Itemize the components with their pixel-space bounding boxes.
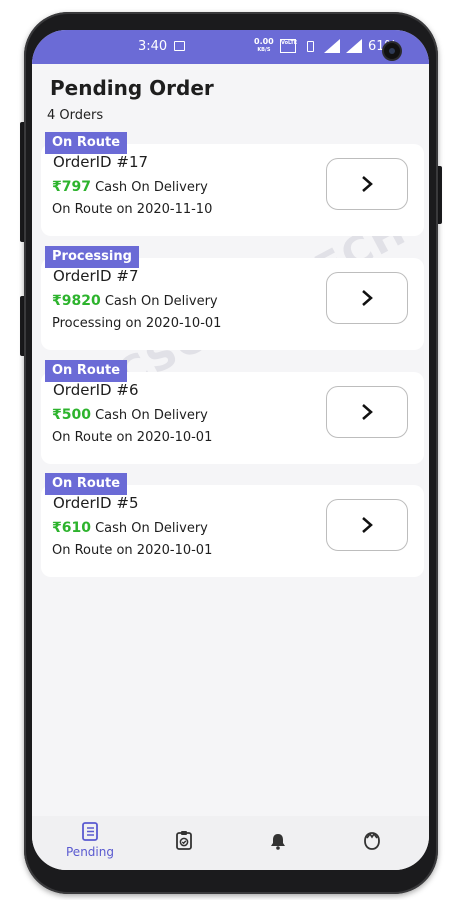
payment-line: ₹9820 Cash On Delivery: [52, 293, 218, 309]
image-notification-icon: [174, 41, 185, 51]
order-card: OrderID #5 ₹610 Cash On Delivery On Rout…: [41, 485, 424, 577]
clipboard-check-icon: [176, 831, 192, 850]
data-speed: 0.00 KB/S: [254, 38, 274, 54]
order-id: OrderID #6: [53, 381, 139, 399]
order-amount: ₹9820: [52, 293, 101, 309]
nav-tab-profile[interactable]: [337, 831, 407, 851]
order-card: OrderID #6 ₹500 Cash On Delivery On Rout…: [41, 372, 424, 464]
order-amount: ₹797: [52, 179, 91, 195]
status-badge: Processing: [45, 246, 139, 268]
payment-line: ₹500 Cash On Delivery: [52, 407, 208, 423]
receipt-icon: [82, 822, 98, 841]
order-amount: ₹610: [52, 520, 91, 536]
nav-tab-label: Pending: [66, 845, 114, 859]
volte-icon: VoLTE: [280, 39, 297, 53]
payment-line: ₹610 Cash On Delivery: [52, 520, 208, 536]
data-speed-value: 0.00: [254, 37, 274, 46]
payment-line: ₹797 Cash On Delivery: [52, 179, 208, 195]
order-card: OrderID #7 ₹9820 Cash On Delivery Proces…: [41, 258, 424, 350]
nav-tab-notifications[interactable]: [243, 832, 313, 850]
chevron-right-icon: [362, 290, 373, 306]
chevron-right-icon: [362, 404, 373, 420]
front-camera: [384, 43, 400, 59]
bottom-nav: Pending: [32, 816, 429, 870]
bell-icon: [271, 834, 285, 850]
order-status-line: On Route on 2020-10-01: [52, 430, 213, 445]
app-screen: 3:40 0.00 KB/S VoLTE 61% Pending Order 4…: [32, 30, 429, 870]
order-count: 4 Orders: [47, 108, 104, 123]
order-status-line: On Route on 2020-11-10: [52, 202, 213, 217]
order-amount: ₹500: [52, 407, 91, 423]
order-id: OrderID #7: [53, 267, 139, 285]
order-id: OrderID #5: [53, 494, 139, 512]
payment-method: Cash On Delivery: [90, 408, 208, 423]
status-badge: On Route: [45, 132, 128, 154]
page-title: Pending Order: [50, 76, 214, 100]
chevron-right-icon: [362, 517, 373, 533]
signal-icon: [346, 39, 362, 53]
signal-icon: [324, 39, 340, 53]
order-status-line: Processing on 2020-10-01: [52, 316, 222, 331]
user-icon: [364, 832, 380, 850]
order-id: OrderID #17: [53, 153, 149, 171]
payment-method: Cash On Delivery: [100, 294, 218, 309]
status-bar: 3:40 0.00 KB/S VoLTE 61%: [32, 30, 429, 64]
nav-tab-pending[interactable]: Pending: [55, 822, 125, 859]
status-badge: On Route: [45, 473, 128, 495]
payment-method: Cash On Delivery: [90, 521, 208, 536]
open-order-button[interactable]: [326, 158, 408, 210]
order-card: OrderID #17 ₹797 Cash On Delivery On Rou…: [41, 144, 424, 236]
chevron-right-icon: [362, 176, 373, 192]
payment-method: Cash On Delivery: [90, 180, 208, 195]
order-status-line: On Route on 2020-10-01: [52, 543, 213, 558]
vibrate-icon: [307, 41, 314, 52]
open-order-button[interactable]: [326, 499, 408, 551]
status-badge: On Route: [45, 360, 128, 382]
open-order-button[interactable]: [326, 386, 408, 438]
nav-tab-completed[interactable]: [149, 830, 219, 850]
data-speed-unit: KB/S: [257, 47, 271, 53]
status-time: 3:40: [138, 39, 168, 54]
open-order-button[interactable]: [326, 272, 408, 324]
